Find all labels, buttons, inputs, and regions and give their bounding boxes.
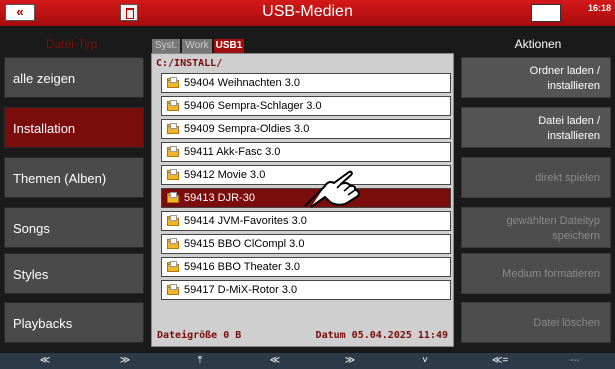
folder-name: 59416 BBO Theater 3.0 xyxy=(184,261,300,273)
file-date-label: Datum 05.04.2025 11:49 xyxy=(315,330,448,341)
save-filetype-line1: gewählten Dateityp xyxy=(506,215,600,227)
filter-playbacks-button[interactable]: Playbacks xyxy=(4,302,144,343)
current-path: C:/INSTALL/ xyxy=(156,58,223,69)
tab-work[interactable]: Work xyxy=(182,39,212,53)
folder-row[interactable]: 59416 BBO Theater 3.0 xyxy=(161,257,451,277)
page-down-button[interactable]: ≫ xyxy=(320,353,380,369)
filter-themes-button[interactable]: Themen (Alben) xyxy=(4,157,144,198)
bottom-button-bar: ≪ ≫ ⤒ ≪ ≫ ˅ ≪= --- xyxy=(0,353,615,369)
tab-syst[interactable]: Syst. xyxy=(152,39,180,53)
usb-media-screen: « USB-Medien 16:18 Datei-Typ alle zeigen… xyxy=(0,0,615,369)
load-folder-button[interactable]: Ordner laden / installieren xyxy=(461,57,611,98)
scroll-top-button[interactable]: ⤒ xyxy=(170,353,230,369)
folder-row[interactable]: 59417 D-MiX-Rotor 3.0 xyxy=(161,280,451,300)
load-folder-line2: installieren xyxy=(547,80,600,92)
folder-row[interactable]: 59414 JVM-Favorites 3.0 xyxy=(161,211,451,231)
folder-icon xyxy=(167,169,179,180)
page-title: USB-Medien xyxy=(262,3,353,20)
folder-icon xyxy=(167,100,179,111)
folder-icon xyxy=(167,215,179,226)
play-direct-label: direkt spielen xyxy=(535,172,600,184)
folder-name: 59417 D-MiX-Rotor 3.0 xyxy=(184,284,298,296)
folder-icon xyxy=(167,192,179,203)
folder-name: 59404 Weihnachten 3.0 xyxy=(184,77,300,89)
left-page-down-button[interactable]: ≫ xyxy=(95,353,155,369)
delete-file-label: Datei löschen xyxy=(533,317,600,329)
folder-name: 59414 JVM-Favorites 3.0 xyxy=(184,215,307,227)
folder-row[interactable]: 59411 Akk-Fasc 3.0 xyxy=(161,142,451,162)
play-direct-button[interactable]: direkt spielen xyxy=(461,157,611,198)
folder-row[interactable]: 59404 Weihnachten 3.0 xyxy=(161,73,451,93)
format-medium-button[interactable]: Medium formatieren xyxy=(461,253,611,294)
filter-songs-button[interactable]: Songs xyxy=(4,207,144,248)
title-bar: « USB-Medien 16:18 xyxy=(0,0,615,26)
folder-icon xyxy=(167,261,179,272)
pointing-hand-icon xyxy=(304,170,360,208)
folder-icon xyxy=(167,146,179,157)
folder-name: 59412 Movie 3.0 xyxy=(184,169,266,181)
load-file-line1: Datei laden / xyxy=(538,115,600,127)
scroll-down-button[interactable]: ˅ xyxy=(395,353,455,369)
load-folder-line1: Ordner laden / xyxy=(529,65,600,77)
clock: 16:18 xyxy=(588,3,612,13)
filter-installation-button[interactable]: Installation xyxy=(4,107,144,148)
folder-name: 59406 Sempra-Schlager 3.0 xyxy=(184,100,322,112)
save-filetype-button[interactable]: gewählten Dateityp speichern xyxy=(461,207,611,248)
back-button[interactable]: ≪= xyxy=(470,353,530,369)
load-file-line2: installieren xyxy=(547,130,600,142)
file-size-label: Dateigröße 0 B xyxy=(157,330,242,341)
pc-connection-icon xyxy=(531,4,561,22)
save-filetype-line2: speichern xyxy=(552,230,600,242)
folder-icon xyxy=(167,238,179,249)
filter-styles-button[interactable]: Styles xyxy=(4,253,144,294)
folder-row[interactable]: 59409 Sempra-Oldies 3.0 xyxy=(161,119,451,139)
file-type-header: Datei-Typ xyxy=(45,37,98,51)
folder-row[interactable]: 59406 Sempra-Schlager 3.0 xyxy=(161,96,451,116)
empty-button: --- xyxy=(570,355,580,366)
page-up-button[interactable]: ≪ xyxy=(245,353,305,369)
filter-all-button[interactable]: alle zeigen xyxy=(4,57,144,98)
folder-name: 59413 DJR-30 xyxy=(184,192,255,204)
folder-row[interactable]: 59415 BBO ClCompl 3.0 xyxy=(161,234,451,254)
load-file-button[interactable]: Datei laden / installieren xyxy=(461,107,611,148)
format-medium-label: Medium formatieren xyxy=(502,268,600,280)
left-page-up-button[interactable]: ≪ xyxy=(15,353,75,369)
folder-name: 59415 BBO ClCompl 3.0 xyxy=(184,238,305,250)
folder-icon xyxy=(167,284,179,295)
delete-file-button[interactable]: Datei löschen xyxy=(461,302,611,343)
actions-header: Aktionen xyxy=(514,37,562,51)
tab-usb1[interactable]: USB1 xyxy=(214,39,244,53)
folder-icon xyxy=(167,77,179,88)
folder-name: 59411 Akk-Fasc 3.0 xyxy=(184,146,281,158)
folder-icon xyxy=(167,123,179,134)
folder-name: 59409 Sempra-Oldies 3.0 xyxy=(184,123,310,135)
